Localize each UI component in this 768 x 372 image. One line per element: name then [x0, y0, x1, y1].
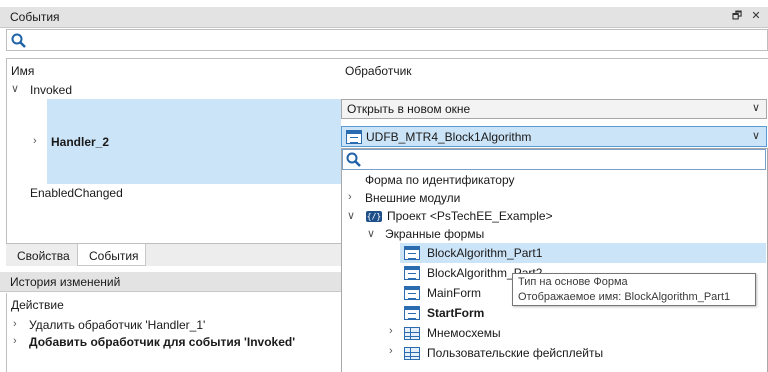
chevron-right-icon[interactable]: ›: [348, 191, 352, 203]
open-mode-combo[interactable]: Открыть в новом окне ∨: [341, 99, 767, 119]
history-panel-titlebar: История изменений: [0, 272, 341, 292]
handler-name: Handler_2: [51, 135, 110, 149]
event-invoked-label: Invoked: [30, 83, 73, 97]
history-item[interactable]: › Добавить обработчик для события 'Invok…: [10, 333, 340, 351]
dropdown-item-label: Мнемосхемы: [427, 326, 501, 340]
search-icon: [346, 152, 361, 167]
chevron-down-icon[interactable]: ∨: [11, 82, 19, 95]
chevron-right-icon[interactable]: ›: [389, 325, 393, 337]
dropdown-item-by-id[interactable]: Форма по идентификатору: [342, 171, 766, 190]
tooltip: Тип на основе Форма Отображаемое имя: Bl…: [512, 273, 756, 306]
dropdown-item-project[interactable]: ∨ {/} Проект <PsTechEE_Example>: [342, 207, 766, 226]
chevron-right-icon[interactable]: ›: [13, 318, 17, 330]
form-icon: [404, 266, 420, 280]
tab-properties[interactable]: Свойства: [8, 245, 76, 265]
search-icon: [11, 33, 26, 48]
dropdown-item-label: Экранные формы: [385, 227, 485, 241]
event-enabledchanged-label[interactable]: EnabledChanged: [30, 186, 123, 200]
dropdown-item-label: Проект <PsTechEE_Example>: [387, 209, 553, 223]
chevron-right-icon[interactable]: ›: [33, 135, 37, 147]
chevron-down-icon[interactable]: ∨: [367, 227, 375, 240]
chevron-right-icon[interactable]: ›: [389, 345, 393, 357]
events-panel-title: События: [10, 10, 60, 24]
close-panel-icon[interactable]: ✕: [749, 9, 763, 23]
handler-form-combo[interactable]: UDFB_MTR4_Block1Algorithm ∨: [341, 126, 767, 147]
dropdown-item-label: Внешние модули: [365, 191, 461, 205]
tab-events[interactable]: События: [77, 244, 146, 266]
dropdown-item-label: Пользовательские фейсплейты: [427, 346, 604, 360]
history-panel-title: История изменений: [10, 275, 121, 289]
folder-grid-icon: [404, 327, 420, 340]
tooltip-display-name: Отображаемое имя: BlockAlgorithm_Part1: [518, 291, 731, 303]
chevron-right-icon[interactable]: ›: [13, 335, 17, 347]
handler-form-value: UDFB_MTR4_Block1Algorithm: [366, 130, 532, 144]
chevron-down-icon[interactable]: ∨: [347, 209, 355, 222]
dropdown-item-label: Форма по идентификатору: [365, 173, 515, 187]
dropdown-item-form-selected[interactable]: BlockAlgorithm_Part1: [400, 243, 766, 263]
form-icon: [404, 286, 420, 300]
history-item[interactable]: › Удалить обработчик 'Handler_1': [10, 316, 340, 334]
form-icon: [404, 306, 420, 320]
column-header-name: Имя: [11, 64, 35, 78]
restore-window-icon[interactable]: 🗗: [730, 9, 744, 23]
form-icon: [404, 246, 420, 260]
chevron-down-icon: ∨: [751, 102, 760, 114]
dropdown-item-label: StartForm: [427, 306, 485, 320]
dropdown-item-mnemo[interactable]: › Мнемосхемы: [342, 323, 766, 343]
chevron-down-icon: ∨: [751, 130, 760, 142]
tab-events-label: События: [89, 249, 139, 263]
column-header-action: Действие: [11, 298, 64, 312]
dropdown-item-screen-forms[interactable]: ∨ Экранные формы: [342, 225, 766, 244]
tooltip-type: Тип на основе Форма: [518, 276, 628, 288]
events-panel-titlebar: События 🗗 ✕: [0, 7, 768, 28]
project-icon: {/}: [366, 211, 382, 222]
folder-grid-icon: [404, 347, 420, 360]
history-item-label: Удалить обработчик 'Handler_1': [29, 318, 206, 332]
column-header-handler: Обработчик: [345, 64, 412, 78]
dropdown-item-label: MainForm: [427, 286, 482, 300]
history-item-label: Добавить обработчик для события 'Invoked…: [29, 335, 296, 349]
tree-row-invoked[interactable]: ∨ Invoked: [7, 80, 341, 98]
dropdown-item-faceplates[interactable]: › Пользовательские фейсплейты: [342, 343, 766, 363]
dropdown-item-external-modules[interactable]: › Внешние модули: [342, 189, 766, 208]
tab-properties-label: Свойства: [17, 249, 70, 263]
dropdown-search-input[interactable]: [342, 149, 766, 170]
dropdown-item-form[interactable]: StartForm: [400, 303, 766, 323]
dropdown-item-label: BlockAlgorithm_Part1: [427, 246, 543, 260]
form-icon: [346, 130, 362, 144]
open-mode-value: Открыть в новом окне: [347, 102, 471, 116]
search-box[interactable]: [6, 29, 768, 51]
